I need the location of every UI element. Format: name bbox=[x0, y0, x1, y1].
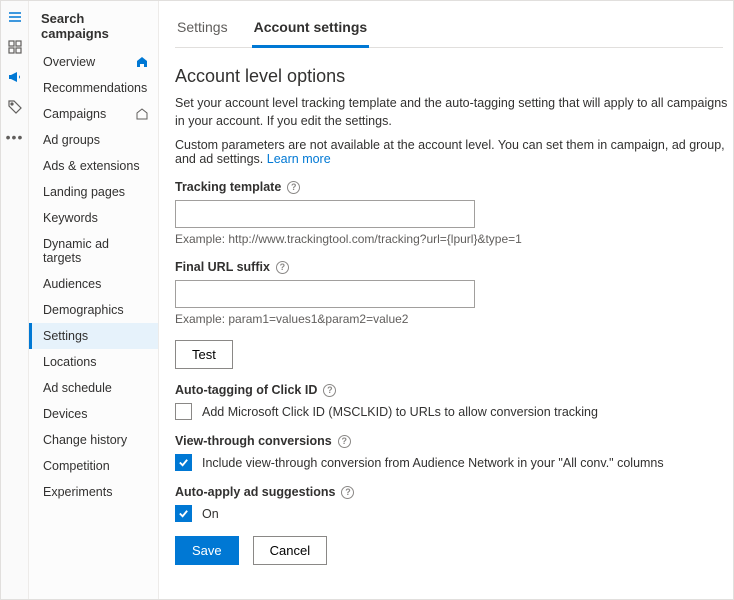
cancel-button[interactable]: Cancel bbox=[253, 536, 327, 565]
help-icon[interactable]: ? bbox=[338, 435, 351, 448]
section-desc: Set your account level tracking template… bbox=[175, 95, 733, 130]
tab-settings[interactable]: Settings bbox=[175, 13, 230, 47]
suffix-example: Example: param1=values1&param2=value2 bbox=[175, 312, 733, 326]
suffix-label: Final URL suffix bbox=[175, 260, 270, 274]
sidebar-item-keywords[interactable]: Keywords bbox=[29, 205, 158, 231]
section-title: Account level options bbox=[175, 66, 733, 87]
autoapply-label: Auto-apply ad suggestions bbox=[175, 485, 335, 499]
sidebar-item-experiments[interactable]: Experiments bbox=[29, 479, 158, 505]
sidebar-item-campaigns[interactable]: Campaigns bbox=[29, 101, 158, 127]
save-button[interactable]: Save bbox=[175, 536, 239, 565]
test-button[interactable]: Test bbox=[175, 340, 233, 369]
autotag-label: Auto-tagging of Click ID bbox=[175, 383, 317, 397]
vtc-cb-label: Include view-through conversion from Aud… bbox=[202, 456, 664, 470]
sidebar-item-demographics[interactable]: Demographics bbox=[29, 297, 158, 323]
help-icon[interactable]: ? bbox=[276, 261, 289, 274]
vtc-label: View-through conversions bbox=[175, 434, 332, 448]
section-note: Custom parameters are not available at t… bbox=[175, 138, 733, 166]
sidebar-item-adgroups[interactable]: Ad groups bbox=[29, 127, 158, 153]
sidebar-item-locations[interactable]: Locations bbox=[29, 349, 158, 375]
sidebar-item-competition[interactable]: Competition bbox=[29, 453, 158, 479]
sidebar-item-recommendations[interactable]: Recommendations bbox=[29, 75, 158, 101]
help-icon[interactable]: ? bbox=[287, 181, 300, 194]
sidebar-item-dynamic[interactable]: Dynamic ad targets bbox=[29, 231, 158, 271]
autotag-checkbox[interactable] bbox=[175, 403, 192, 420]
home-icon bbox=[136, 56, 148, 68]
learn-more-link[interactable]: Learn more bbox=[267, 152, 331, 166]
sidebar-item-audiences[interactable]: Audiences bbox=[29, 271, 158, 297]
sidebar: Search campaigns Overview Recommendation… bbox=[29, 1, 159, 599]
sidebar-item-landing[interactable]: Landing pages bbox=[29, 179, 158, 205]
menu-icon[interactable] bbox=[7, 9, 23, 25]
sidebar-item-changehistory[interactable]: Change history bbox=[29, 427, 158, 453]
autoapply-checkbox[interactable] bbox=[175, 505, 192, 522]
tracking-label: Tracking template bbox=[175, 180, 281, 194]
sidebar-item-ads[interactable]: Ads & extensions bbox=[29, 153, 158, 179]
tabs: Settings Account settings bbox=[175, 13, 723, 48]
vtc-checkbox[interactable] bbox=[175, 454, 192, 471]
icon-rail: ••• bbox=[1, 1, 29, 599]
final-url-suffix-input[interactable] bbox=[175, 280, 475, 308]
megaphone-icon[interactable] bbox=[7, 69, 23, 85]
autotag-cb-label: Add Microsoft Click ID (MSCLKID) to URLs… bbox=[202, 405, 598, 419]
grid-icon[interactable] bbox=[7, 39, 23, 55]
tag-icon[interactable] bbox=[7, 99, 23, 115]
tab-account-settings[interactable]: Account settings bbox=[252, 13, 370, 48]
sidebar-title: Search campaigns bbox=[29, 1, 158, 49]
home-outline-icon bbox=[136, 108, 148, 120]
tracking-example: Example: http://www.trackingtool.com/tra… bbox=[175, 232, 733, 246]
autoapply-cb-label: On bbox=[202, 507, 219, 521]
more-icon[interactable]: ••• bbox=[6, 129, 24, 145]
help-icon[interactable]: ? bbox=[323, 384, 336, 397]
sidebar-item-settings[interactable]: Settings bbox=[29, 323, 158, 349]
main-content: Settings Account settings Account level … bbox=[159, 1, 733, 599]
sidebar-item-adschedule[interactable]: Ad schedule bbox=[29, 375, 158, 401]
sidebar-item-overview[interactable]: Overview bbox=[29, 49, 158, 75]
sidebar-item-devices[interactable]: Devices bbox=[29, 401, 158, 427]
tracking-template-input[interactable] bbox=[175, 200, 475, 228]
help-icon[interactable]: ? bbox=[341, 486, 354, 499]
